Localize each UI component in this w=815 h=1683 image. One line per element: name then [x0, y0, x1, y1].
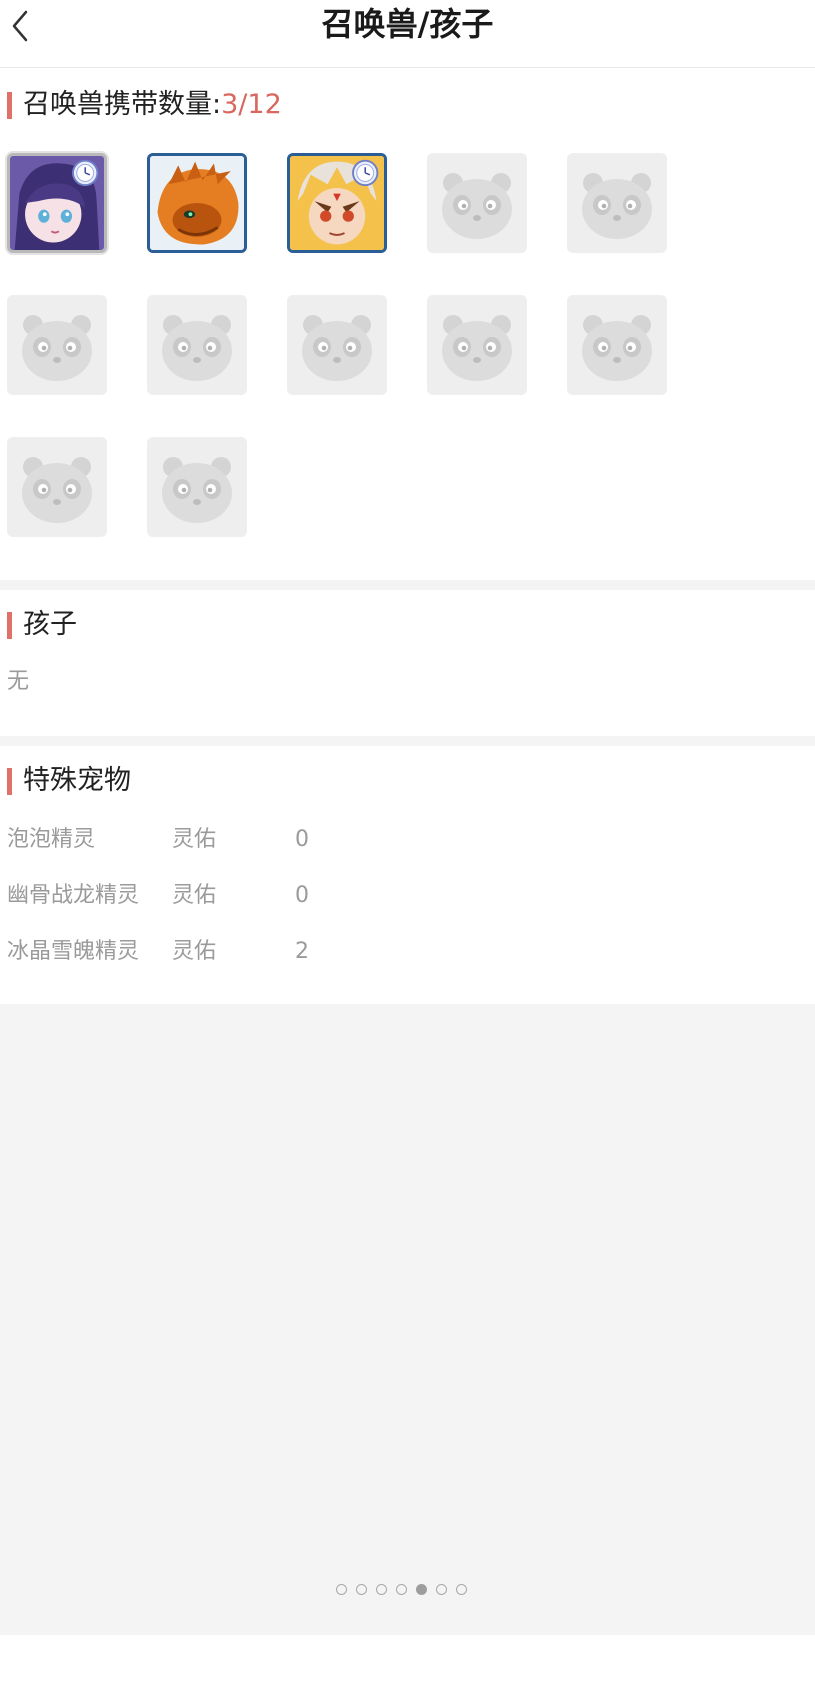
special-pet-value: 2 — [295, 939, 309, 964]
children-empty-text: 无 — [7, 669, 30, 694]
page-title: 召唤兽/孩子 — [321, 5, 494, 43]
page-dot[interactable] — [416, 1584, 427, 1595]
section-accent-bar — [7, 612, 12, 639]
pets-count-heading: 召唤兽携带数量:3/12 — [23, 90, 282, 120]
pet-slot-boy[interactable] — [287, 153, 387, 253]
page-dot[interactable] — [356, 1584, 367, 1595]
panda-placeholder-icon — [302, 315, 372, 381]
panda-placeholder-icon — [442, 173, 512, 239]
clock-badge-icon — [72, 159, 99, 187]
special-pet-attr: 灵佑 — [172, 883, 217, 908]
pet-slot-empty[interactable] — [7, 437, 107, 537]
pet-slot-empty[interactable] — [427, 295, 527, 395]
pet-slot-empty[interactable] — [147, 437, 247, 537]
children-title: 孩子 — [23, 609, 77, 640]
page-dot[interactable] — [336, 1584, 347, 1595]
page-dot[interactable] — [456, 1584, 467, 1595]
pets-count-label: 召唤兽携带数量: — [23, 89, 222, 120]
panda-placeholder-icon — [582, 173, 652, 239]
special-pet-attr: 灵佑 — [172, 827, 217, 852]
page-dot[interactable] — [396, 1584, 407, 1595]
page-indicator — [0, 1580, 815, 1600]
pets-count-value: 3/12 — [221, 89, 282, 120]
pet-slot-empty[interactable] — [7, 295, 107, 395]
children-section: 孩子 无 — [0, 590, 815, 736]
nav-bar: 召唤兽/孩子 — [0, 0, 815, 68]
clock-badge-icon — [352, 159, 379, 187]
panda-placeholder-icon — [162, 315, 232, 381]
special-pet-name: 冰晶雪魄精灵 — [7, 939, 140, 964]
special-pet-value: 0 — [295, 827, 309, 852]
pet-slot-empty[interactable] — [427, 153, 527, 253]
special-pet-attr: 灵佑 — [172, 939, 217, 964]
pet-slot-empty[interactable] — [567, 153, 667, 253]
section-accent-bar — [7, 92, 12, 119]
pet-slot-empty[interactable] — [147, 295, 247, 395]
pet-slot-girl[interactable] — [7, 153, 107, 253]
panda-placeholder-icon — [582, 315, 652, 381]
pets-section: 召唤兽携带数量:3/12 — [0, 68, 815, 580]
special-pets-section: 特殊宠物 泡泡精灵 灵佑 0 幽骨战龙精灵 灵佑 0 冰晶雪魄精灵 灵佑 2 — [0, 746, 815, 1004]
bottom-bar — [0, 1635, 815, 1683]
special-pets-title: 特殊宠物 — [23, 765, 131, 796]
special-pet-value: 0 — [295, 883, 309, 908]
special-pet-name: 泡泡精灵 — [7, 827, 96, 852]
page-dot[interactable] — [436, 1584, 447, 1595]
pet-slot-empty[interactable] — [287, 295, 387, 395]
panda-placeholder-icon — [162, 457, 232, 523]
page-dot[interactable] — [376, 1584, 387, 1595]
special-pet-name: 幽骨战龙精灵 — [7, 883, 140, 908]
panda-placeholder-icon — [442, 315, 512, 381]
section-accent-bar — [7, 768, 12, 795]
pet-slot-empty[interactable] — [567, 295, 667, 395]
panda-placeholder-icon — [22, 315, 92, 381]
panda-placeholder-icon — [22, 457, 92, 523]
pet-slot-beast[interactable] — [147, 153, 247, 253]
